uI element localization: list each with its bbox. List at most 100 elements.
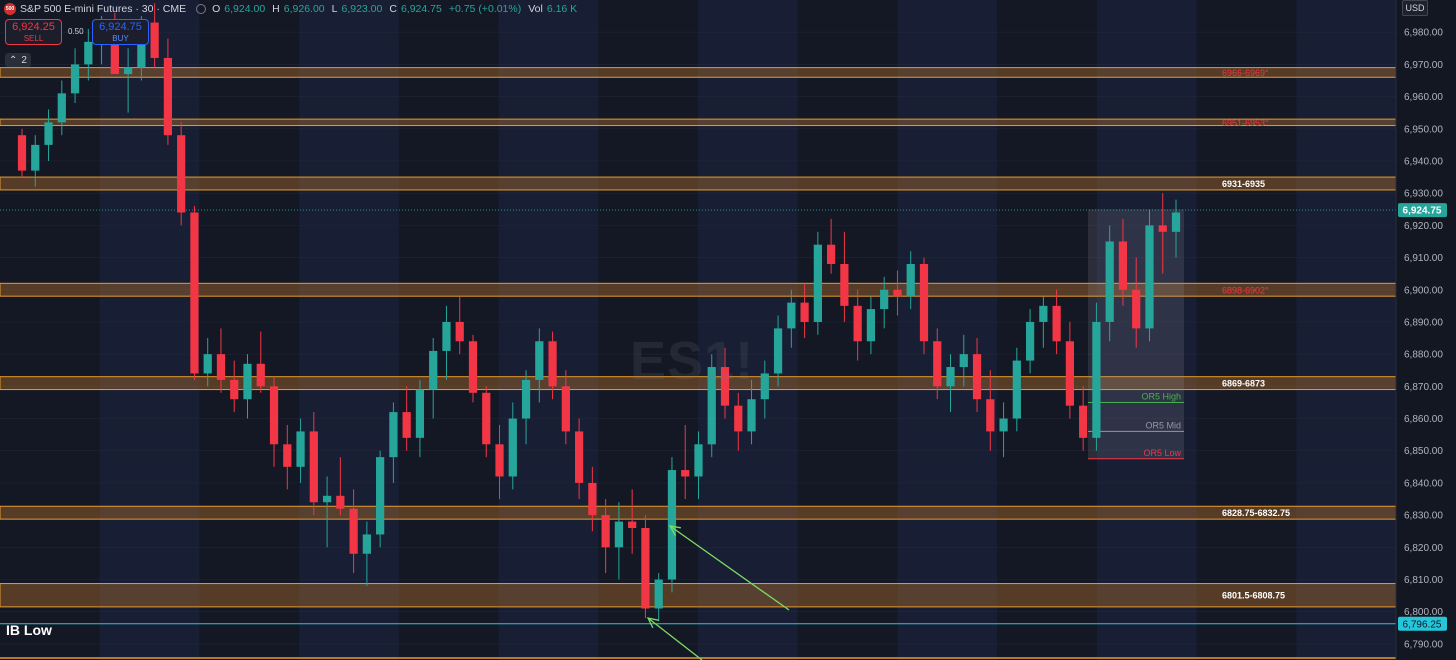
candle-body bbox=[349, 508, 358, 554]
sell-button[interactable]: 6,924.25 SELL bbox=[5, 19, 62, 45]
candle-body bbox=[893, 289, 902, 297]
candle-body bbox=[415, 389, 425, 438]
candle-body bbox=[972, 354, 982, 400]
candle-body bbox=[468, 341, 478, 393]
candle-body bbox=[309, 431, 318, 503]
price-tick-label: 6,810.00 bbox=[1404, 575, 1443, 586]
price-tick-label: 6,900.00 bbox=[1404, 285, 1443, 296]
symbol-watermark: ES1! bbox=[630, 331, 755, 391]
candle-body bbox=[787, 302, 796, 329]
open-value: 6,924.00 bbox=[224, 3, 266, 15]
candle-body bbox=[256, 363, 265, 387]
candle-body bbox=[959, 354, 968, 368]
candle-body bbox=[216, 354, 226, 380]
low-label: L bbox=[331, 3, 338, 15]
candle-body bbox=[654, 579, 663, 609]
or-low-label: OR5 Low bbox=[1143, 448, 1181, 458]
candle-body bbox=[402, 412, 411, 438]
candle-body bbox=[800, 302, 809, 322]
buy-button[interactable]: 6,924.75 BUY bbox=[92, 19, 149, 45]
candle-body bbox=[57, 93, 66, 123]
candle-body bbox=[827, 244, 836, 264]
candle-body bbox=[17, 135, 27, 171]
sell-label: SELL bbox=[23, 34, 44, 43]
spread-value: 0.50 bbox=[68, 27, 84, 36]
annotation-arrow-line bbox=[647, 617, 703, 660]
low-value: 6,923.00 bbox=[341, 3, 383, 15]
candle-body bbox=[1025, 321, 1035, 361]
zone-label: 6966-6969° bbox=[1222, 68, 1269, 78]
candle-body bbox=[1145, 225, 1154, 329]
candle-body bbox=[1079, 405, 1088, 438]
buy-price: 6,924.75 bbox=[99, 21, 142, 33]
close-label: C bbox=[389, 3, 397, 15]
candle-body bbox=[919, 264, 929, 342]
zone-label: 6869-6873 bbox=[1222, 379, 1265, 389]
candle-body bbox=[376, 457, 385, 535]
candle-body bbox=[681, 470, 690, 477]
ib-low-label: IB Low bbox=[6, 622, 52, 638]
candle-body bbox=[946, 367, 955, 387]
candle-body bbox=[853, 305, 862, 342]
candle-body bbox=[548, 341, 557, 387]
indicator-count: 2 bbox=[21, 54, 27, 66]
candle-body bbox=[495, 444, 504, 477]
volume-label: Vol bbox=[528, 3, 543, 15]
session-band bbox=[299, 0, 399, 660]
price-tick-label: 6,830.00 bbox=[1404, 511, 1443, 522]
candle-body bbox=[482, 392, 491, 445]
price-tick-label: 6,910.00 bbox=[1404, 253, 1443, 264]
price-tick-label: 6,970.00 bbox=[1404, 60, 1443, 71]
zone-box bbox=[0, 118, 1397, 127]
candle-body bbox=[601, 515, 610, 548]
candle-body bbox=[641, 528, 650, 609]
candle-body bbox=[1065, 341, 1074, 406]
candle-body bbox=[177, 135, 186, 213]
price-tick-label: 6,890.00 bbox=[1404, 317, 1443, 328]
candle-body bbox=[933, 341, 942, 387]
ib-low-price-label: 6,796.25 bbox=[1403, 619, 1442, 630]
price-tick-label: 6,920.00 bbox=[1404, 221, 1443, 232]
session-band bbox=[897, 0, 998, 660]
session-band bbox=[99, 0, 200, 660]
symbol-legend[interactable]: 500 S&P 500 E-mini Futures · 30 · CME O6… bbox=[4, 2, 580, 16]
candle-body bbox=[1118, 241, 1128, 290]
candle-body bbox=[362, 534, 371, 554]
candle-body bbox=[628, 521, 637, 528]
zone-label: 6951-6953° bbox=[1222, 118, 1269, 128]
candle-body bbox=[986, 399, 995, 432]
candle-body bbox=[508, 418, 517, 477]
candle-body bbox=[230, 379, 239, 400]
zone-label: 6898-6902° bbox=[1222, 285, 1269, 295]
indicators-toggle-button[interactable]: ⌃ 2 bbox=[5, 53, 31, 67]
price-tick-label: 6,960.00 bbox=[1404, 92, 1443, 103]
candle-body bbox=[614, 521, 624, 548]
high-value: 6,926.00 bbox=[283, 3, 325, 15]
candle-body bbox=[163, 57, 173, 136]
candle-body bbox=[442, 321, 451, 351]
price-tick-label: 6,860.00 bbox=[1404, 414, 1443, 425]
candle-body bbox=[455, 321, 464, 342]
close-value: 6,924.75 bbox=[400, 3, 442, 15]
sp500-logo-icon: 500 bbox=[4, 3, 16, 15]
or-high-label: OR5 High bbox=[1141, 391, 1181, 401]
candle-body bbox=[521, 379, 531, 419]
candle-body bbox=[1012, 360, 1021, 419]
symbol-title[interactable]: S&P 500 E-mini Futures · 30 · CME bbox=[20, 3, 186, 15]
price-tick-label: 6,850.00 bbox=[1404, 446, 1443, 457]
candle-body bbox=[190, 212, 199, 374]
candle-body bbox=[747, 399, 756, 432]
candle-body bbox=[1092, 321, 1101, 438]
candle-body bbox=[322, 495, 332, 503]
candle-body bbox=[1171, 212, 1181, 232]
price-tick-label: 6,820.00 bbox=[1404, 543, 1443, 554]
price-axis[interactable]: 6,980.00 6,970.00 6,960.00 6,950.00 6,940.00… bbox=[1395, 0, 1456, 660]
candle-body bbox=[1158, 225, 1167, 232]
volume-value: 6.16 K bbox=[546, 3, 578, 15]
candle-body bbox=[588, 482, 597, 516]
currency-selector[interactable]: USD bbox=[1402, 0, 1428, 16]
price-tick-label: 6,940.00 bbox=[1404, 156, 1443, 167]
candle-body bbox=[429, 350, 438, 390]
zone-box bbox=[0, 176, 1397, 191]
candle-body bbox=[84, 41, 93, 65]
